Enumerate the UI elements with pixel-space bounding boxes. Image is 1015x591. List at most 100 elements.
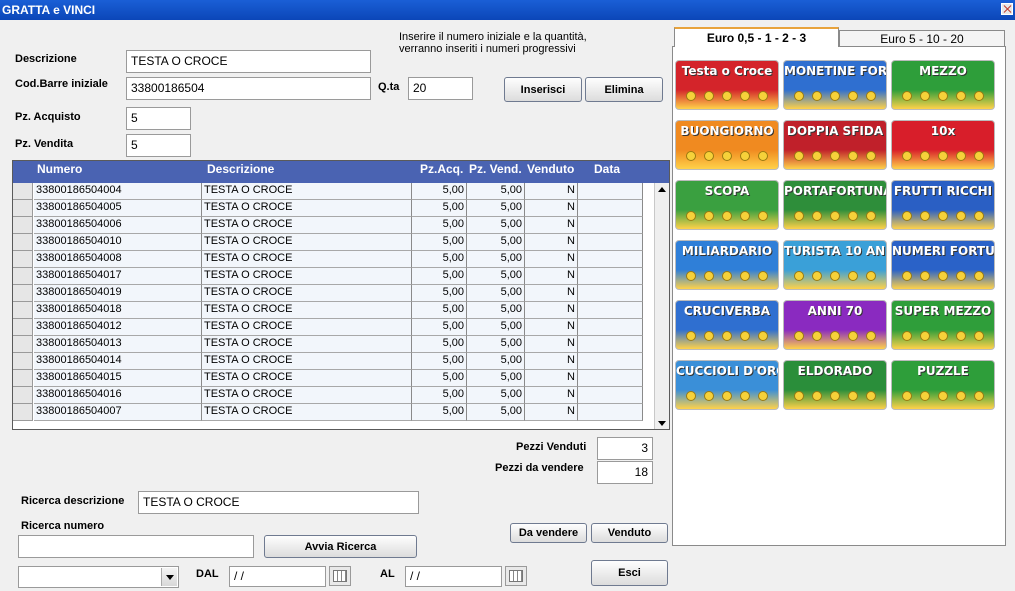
table-row[interactable]: 33800186504013 TESTA O CROCE 5,00 5,00 N bbox=[13, 336, 655, 353]
row-selector[interactable] bbox=[13, 268, 33, 285]
tickets-grid[interactable]: Numero Descrizione Pz.Acq. Pz. Vend. Ven… bbox=[12, 160, 670, 430]
scratch-card[interactable]: MEZZO bbox=[891, 60, 995, 110]
cell-data bbox=[578, 234, 643, 251]
scratch-card[interactable]: MILIARDARIO bbox=[675, 240, 779, 290]
scratch-card[interactable]: FRUTTI RICCHI bbox=[891, 180, 995, 230]
scratch-card[interactable]: CUCCIOLI D'ORO bbox=[675, 360, 779, 410]
scratch-card[interactable]: NUMERI FORTUNATI bbox=[891, 240, 995, 290]
scratch-card[interactable]: CRUCIVERBA bbox=[675, 300, 779, 350]
coin-icons bbox=[682, 331, 772, 343]
table-row[interactable]: 33800186504005 TESTA O CROCE 5,00 5,00 N bbox=[13, 200, 655, 217]
da-vendere-button[interactable]: Da vendere bbox=[510, 523, 587, 543]
table-row[interactable]: 33800186504016 TESTA O CROCE 5,00 5,00 N bbox=[13, 387, 655, 404]
table-row[interactable]: 33800186504006 TESTA O CROCE 5,00 5,00 N bbox=[13, 217, 655, 234]
table-row[interactable]: 33800186504014 TESTA O CROCE 5,00 5,00 N bbox=[13, 353, 655, 370]
scratch-card[interactable]: ANNI 70 bbox=[783, 300, 887, 350]
cell-pz-acq: 5,00 bbox=[412, 319, 467, 336]
coin-icons bbox=[898, 391, 988, 403]
scratch-card[interactable]: 10x bbox=[891, 120, 995, 170]
scratch-card[interactable]: ELDORADO bbox=[783, 360, 887, 410]
dal-label: DAL bbox=[196, 568, 219, 580]
table-row[interactable]: 33800186504012 TESTA O CROCE 5,00 5,00 N bbox=[13, 319, 655, 336]
scratch-card[interactable]: TURISTA 10 ANNI bbox=[783, 240, 887, 290]
row-selector[interactable] bbox=[13, 234, 33, 251]
pezzi-da-vendere-value: 18 bbox=[597, 461, 653, 484]
scratch-card[interactable]: PUZZLE bbox=[891, 360, 995, 410]
scratch-card[interactable]: SCOPA bbox=[675, 180, 779, 230]
pz-vendita-input[interactable]: 5 bbox=[126, 134, 191, 157]
pz-acquisto-input[interactable]: 5 bbox=[126, 107, 191, 130]
row-selector[interactable] bbox=[13, 183, 33, 200]
table-row[interactable]: 33800186504007 TESTA O CROCE 5,00 5,00 N bbox=[13, 404, 655, 421]
dal-calendar-icon[interactable] bbox=[329, 566, 351, 586]
scroll-down-icon[interactable] bbox=[658, 421, 666, 426]
inserisci-button[interactable]: Inserisci bbox=[504, 77, 582, 102]
scratch-card-name: CUCCIOLI D'ORO bbox=[676, 364, 779, 378]
row-selector[interactable] bbox=[13, 217, 33, 234]
cell-descrizione: TESTA O CROCE bbox=[202, 217, 412, 234]
cell-numero: 33800186504005 bbox=[34, 200, 202, 217]
cell-numero: 33800186504007 bbox=[34, 404, 202, 421]
avvia-ricerca-button[interactable]: Avvia Ricerca bbox=[264, 535, 417, 558]
ricerca-descrizione-input[interactable]: TESTA O CROCE bbox=[138, 491, 419, 514]
cell-venduto: N bbox=[525, 353, 578, 370]
esci-button[interactable]: Esci bbox=[591, 560, 668, 586]
scratch-card[interactable]: SUPER MEZZO bbox=[891, 300, 995, 350]
row-selector[interactable] bbox=[13, 387, 33, 404]
cell-pz-acq: 5,00 bbox=[412, 234, 467, 251]
al-date-input[interactable]: / / bbox=[405, 566, 502, 587]
scratch-card[interactable]: MONETINE FORTUNATE bbox=[783, 60, 887, 110]
cell-descrizione: TESTA O CROCE bbox=[202, 319, 412, 336]
ricerca-numero-input[interactable] bbox=[18, 535, 254, 558]
table-row[interactable]: 33800186504017 TESTA O CROCE 5,00 5,00 N bbox=[13, 268, 655, 285]
cell-pz-vend: 5,00 bbox=[467, 387, 525, 404]
coin-icons bbox=[898, 91, 988, 103]
table-row[interactable]: 33800186504019 TESTA O CROCE 5,00 5,00 N bbox=[13, 285, 655, 302]
scratch-card[interactable]: PORTAFORTUNA bbox=[783, 180, 887, 230]
qta-input[interactable]: 20 bbox=[408, 77, 473, 100]
row-selector[interactable] bbox=[13, 336, 33, 353]
cell-pz-vend: 5,00 bbox=[467, 268, 525, 285]
row-selector[interactable] bbox=[13, 200, 33, 217]
scratch-card[interactable]: DOPPIA SFIDA bbox=[783, 120, 887, 170]
venduto-button[interactable]: Venduto bbox=[591, 523, 668, 543]
scratch-card[interactable]: BUONGIORNO bbox=[675, 120, 779, 170]
scratch-card[interactable]: Testa o Croce bbox=[675, 60, 779, 110]
al-calendar-icon[interactable] bbox=[505, 566, 527, 586]
cell-descrizione: TESTA O CROCE bbox=[202, 370, 412, 387]
descrizione-input[interactable]: TESTA O CROCE bbox=[126, 50, 371, 73]
tab-euro-low[interactable]: Euro 0,5 - 1 - 2 - 3 bbox=[674, 27, 839, 47]
tab-euro-high[interactable]: Euro 5 - 10 - 20 bbox=[839, 30, 1005, 47]
scratch-card-name: PORTAFORTUNA bbox=[784, 184, 887, 198]
table-row[interactable]: 33800186504008 TESTA O CROCE 5,00 5,00 N bbox=[13, 251, 655, 268]
close-icon[interactable] bbox=[1001, 3, 1013, 15]
cell-pz-vend: 5,00 bbox=[467, 353, 525, 370]
cell-numero: 33800186504017 bbox=[34, 268, 202, 285]
codbarre-input[interactable]: 33800186504 bbox=[126, 77, 371, 100]
row-selector[interactable] bbox=[13, 302, 33, 319]
cell-pz-acq: 5,00 bbox=[412, 302, 467, 319]
row-selector[interactable] bbox=[13, 370, 33, 387]
row-selector[interactable] bbox=[13, 353, 33, 370]
scratch-card-name: DOPPIA SFIDA bbox=[786, 124, 884, 138]
chevron-down-icon[interactable] bbox=[161, 568, 177, 586]
scratch-card-name: 10x bbox=[930, 124, 956, 138]
elimina-button[interactable]: Elimina bbox=[585, 77, 663, 102]
cell-pz-acq: 5,00 bbox=[412, 370, 467, 387]
grid-scrollbar[interactable] bbox=[654, 183, 669, 429]
cell-descrizione: TESTA O CROCE bbox=[202, 353, 412, 370]
row-selector[interactable] bbox=[13, 404, 33, 421]
row-selector[interactable] bbox=[13, 251, 33, 268]
row-selector[interactable] bbox=[13, 319, 33, 336]
cell-pz-vend: 5,00 bbox=[467, 336, 525, 353]
table-row[interactable]: 33800186504018 TESTA O CROCE 5,00 5,00 N bbox=[13, 302, 655, 319]
table-row[interactable]: 33800186504004 TESTA O CROCE 5,00 5,00 N bbox=[13, 183, 655, 200]
scroll-up-icon[interactable] bbox=[658, 187, 666, 192]
table-row[interactable]: 33800186504010 TESTA O CROCE 5,00 5,00 N bbox=[13, 234, 655, 251]
table-row[interactable]: 33800186504015 TESTA O CROCE 5,00 5,00 N bbox=[13, 370, 655, 387]
coin-icons bbox=[790, 211, 880, 223]
dal-date-input[interactable]: / / bbox=[229, 566, 326, 587]
filter-dropdown[interactable] bbox=[18, 566, 179, 588]
row-selector[interactable] bbox=[13, 285, 33, 302]
coin-icons bbox=[790, 91, 880, 103]
